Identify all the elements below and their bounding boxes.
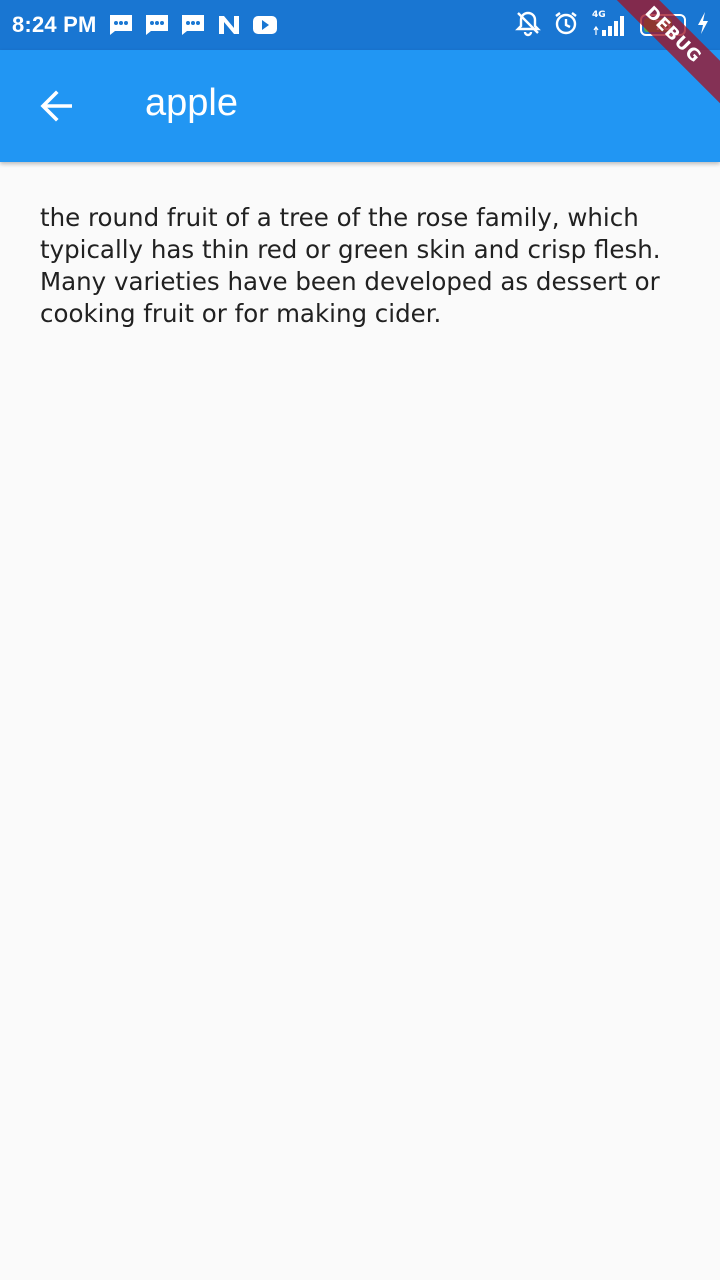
status-time: 8:24 PM: [12, 12, 97, 37]
charging-icon: [696, 11, 710, 40]
alarm-icon: [552, 9, 580, 42]
notification-icons: [107, 11, 279, 39]
app-bar: apple: [0, 50, 720, 162]
signal-icon: [593, 16, 624, 36]
mute-icon: [514, 9, 542, 42]
n-app-icon: [215, 11, 243, 39]
back-arrow-icon: [40, 90, 72, 122]
definition-text: the round fruit of a tree of the rose fa…: [40, 203, 661, 328]
page-title: apple: [145, 82, 238, 124]
back-button[interactable]: [24, 76, 88, 136]
youtube-icon: [251, 11, 279, 39]
message-icon: [107, 11, 135, 39]
status-bar: 8:24 PM 4G: [0, 0, 720, 50]
message-icon: [143, 11, 171, 39]
message-icon: [179, 11, 207, 39]
